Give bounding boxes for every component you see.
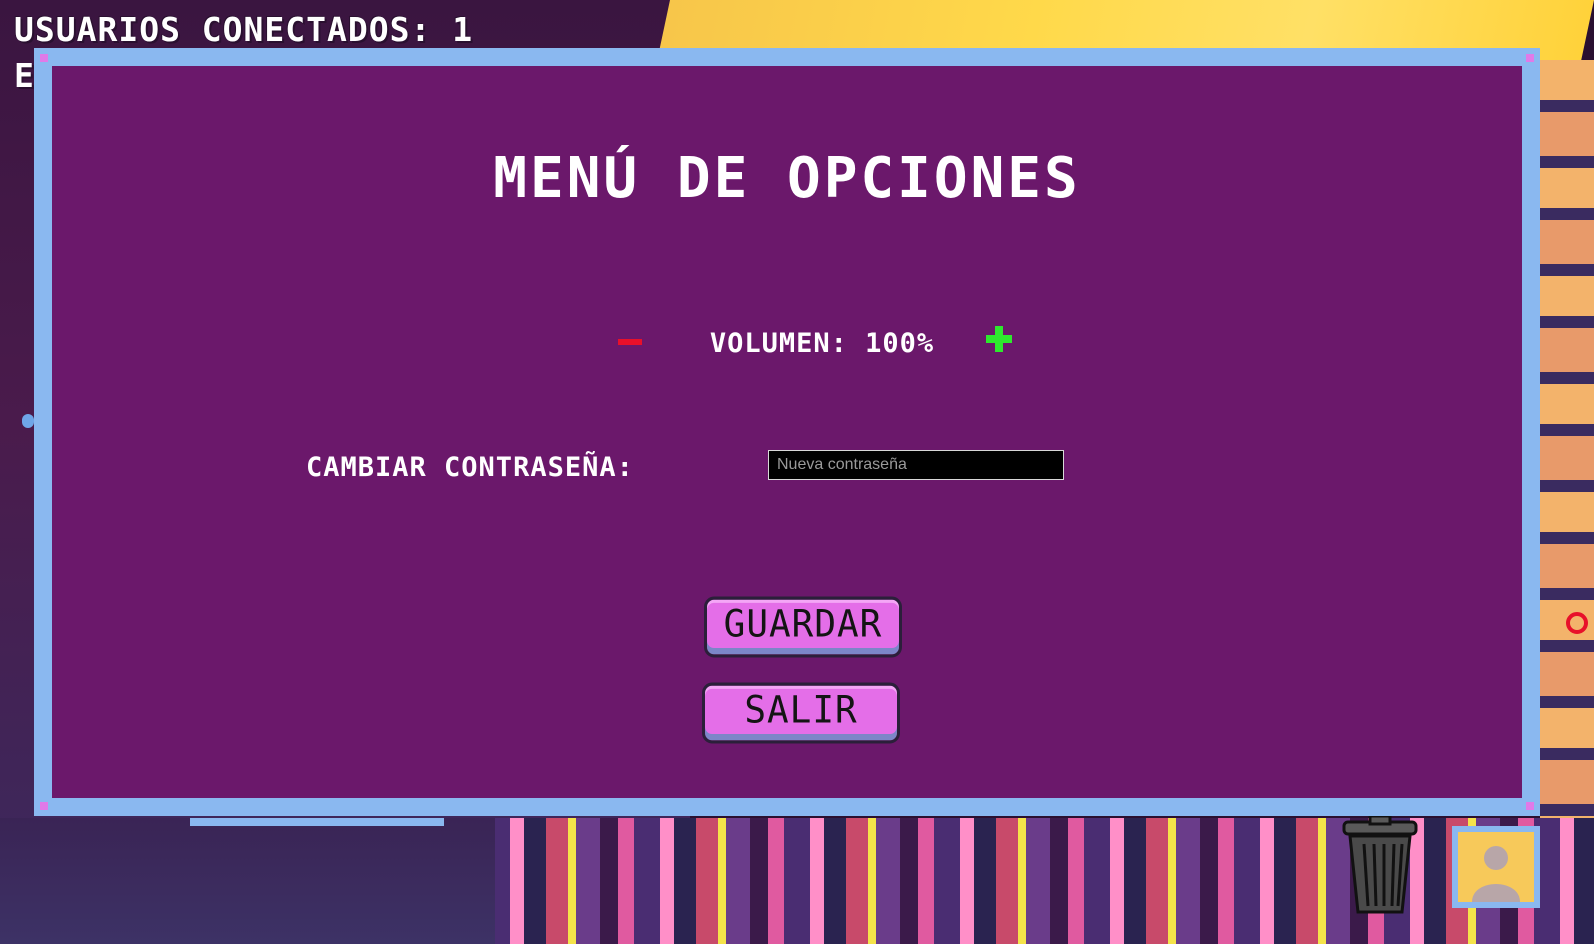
profile-button[interactable] <box>1452 826 1540 908</box>
modal-corner-decoration <box>1526 802 1534 810</box>
options-panel: MENÚ DE OPCIONES VOLUMEN: 100% CAMBIAR C… <box>52 66 1522 798</box>
trash-icon[interactable] <box>1340 814 1420 916</box>
volume-label: VOLUMEN: 100% <box>709 328 935 359</box>
volume-up-button[interactable] <box>984 324 1014 354</box>
plus-icon <box>986 326 1012 352</box>
background-red-ring <box>1566 612 1588 634</box>
background-blue-dot <box>22 414 34 428</box>
background-ledge <box>190 818 444 826</box>
modal-corner-decoration <box>40 54 48 62</box>
background-city-left <box>0 818 495 944</box>
options-title: MENÚ DE OPCIONES <box>493 146 1081 211</box>
new-password-input[interactable] <box>768 450 1064 480</box>
modal-corner-decoration <box>1526 54 1534 62</box>
change-password-label: CAMBIAR CONTRASEÑA: <box>306 452 634 483</box>
modal-corner-decoration <box>40 802 48 810</box>
background-right-buildings <box>1540 60 1594 944</box>
hud-second-line: E <box>14 56 34 95</box>
exit-button[interactable]: SALIR <box>702 682 900 744</box>
minus-icon <box>618 338 642 345</box>
options-modal: MENÚ DE OPCIONES VOLUMEN: 100% CAMBIAR C… <box>34 48 1540 816</box>
volume-down-button[interactable] <box>616 328 644 348</box>
users-connected-counter: USUARIOS CONECTADOS: 1 <box>14 10 474 49</box>
save-button[interactable]: GUARDAR <box>704 596 902 658</box>
user-silhouette-icon <box>1458 832 1534 902</box>
